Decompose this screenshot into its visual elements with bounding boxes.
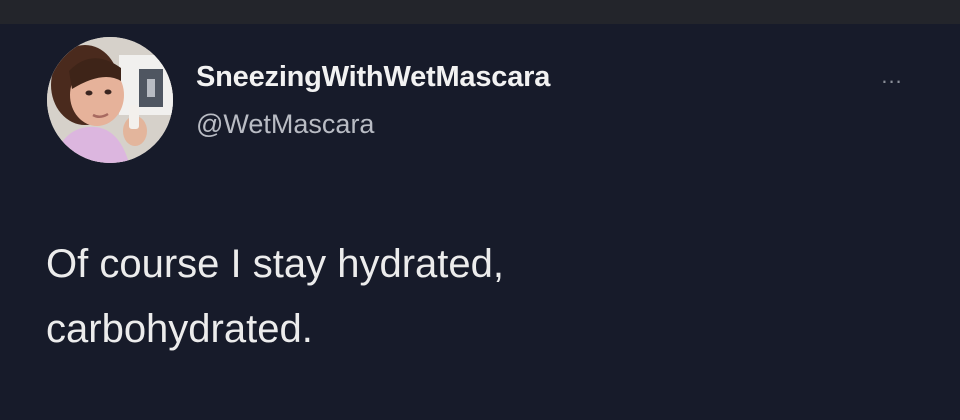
tweet-card: SneezingWithWetMascara @WetMascara ... O… — [0, 24, 960, 420]
user-handle[interactable]: @WetMascara — [196, 109, 374, 140]
more-options-icon[interactable]: ... — [872, 64, 912, 88]
display-name[interactable]: SneezingWithWetMascara — [196, 61, 550, 94]
tweet-text-line: Of course I stay hydrated, — [46, 242, 504, 286]
top-strip — [0, 0, 960, 24]
tweet-text: Of course I stay hydrated, carbohydrated… — [46, 232, 846, 362]
profile-photo-icon[interactable] — [47, 37, 173, 163]
tweet-text-line: carbohydrated. — [46, 307, 313, 351]
